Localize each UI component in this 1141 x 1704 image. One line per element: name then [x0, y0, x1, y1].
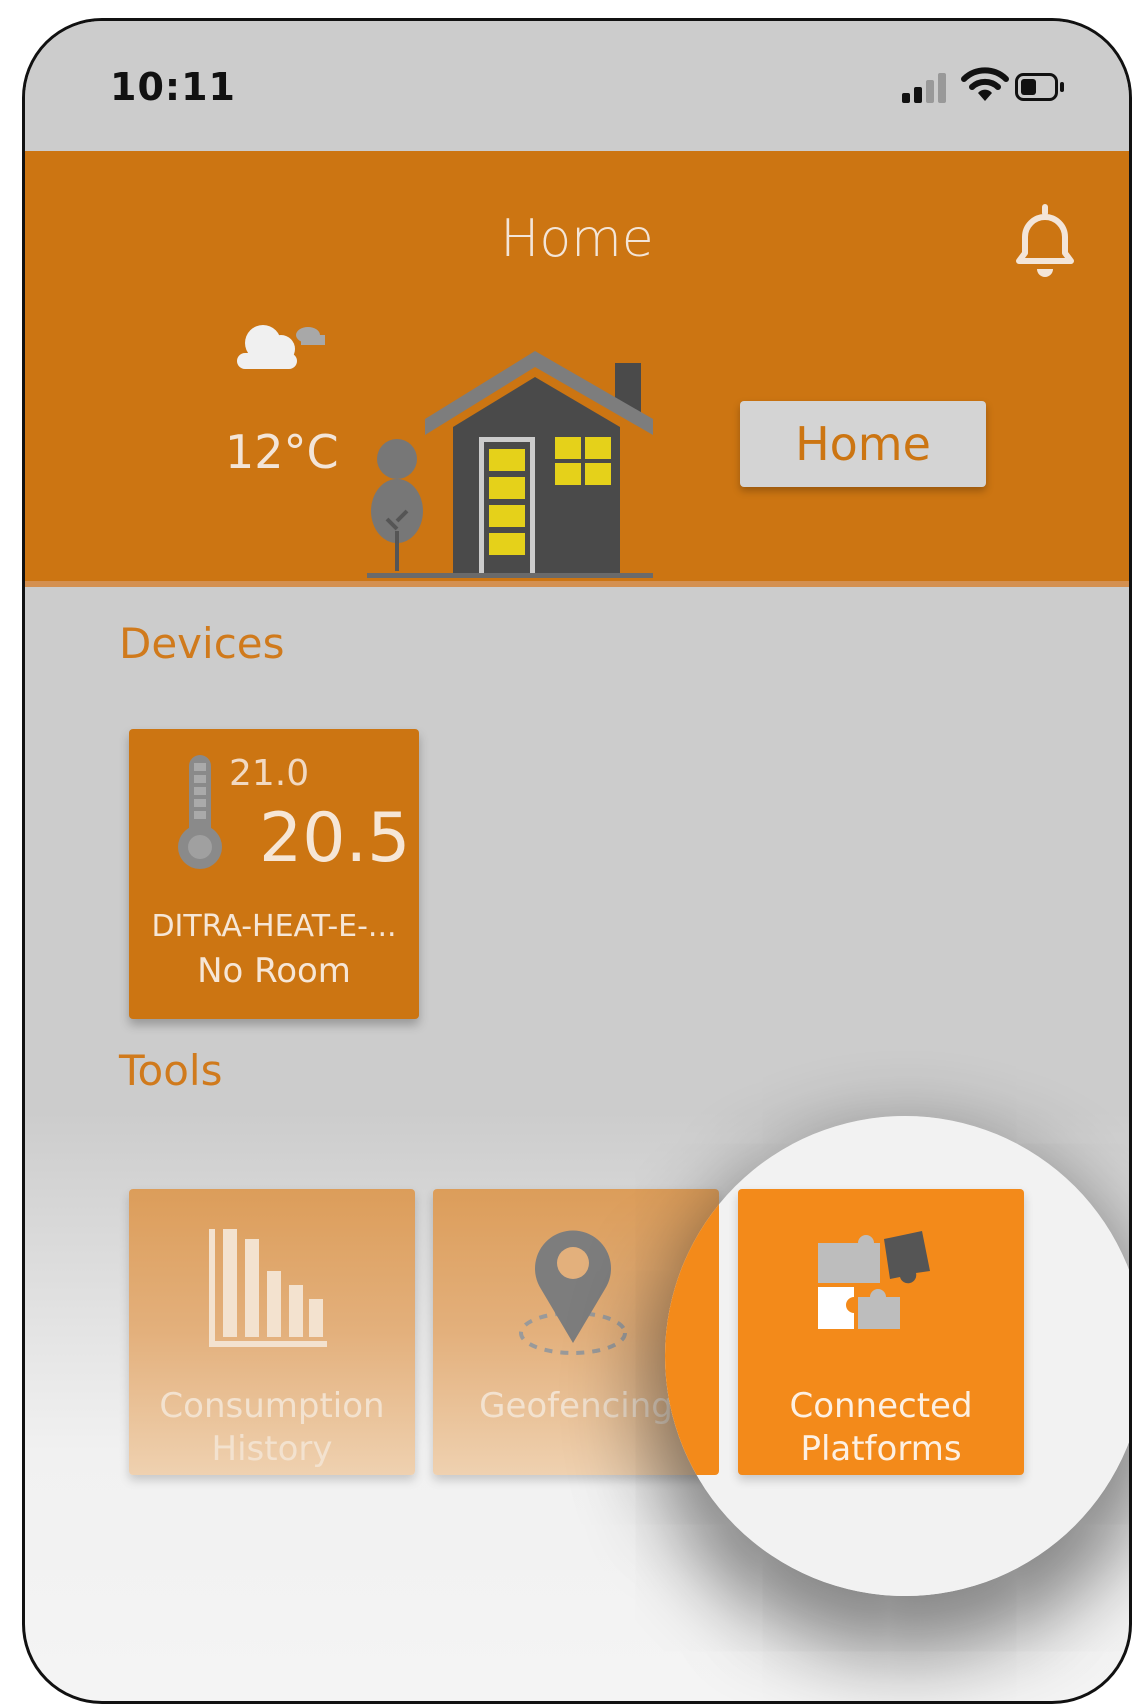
devices-section-title: Devices [119, 619, 285, 668]
home-mode-button[interactable]: Home [740, 401, 986, 487]
tool-label: Connected Platforms [738, 1385, 1024, 1471]
device-current-temperature: 20.5 [259, 799, 411, 878]
tool-label: Consumption History [129, 1385, 415, 1471]
status-bar: 10:11 [25, 21, 1129, 151]
tool-label-line1: Geofencing [479, 1386, 673, 1426]
bar-chart-icon [209, 1229, 327, 1347]
tool-geofencing[interactable]: Geofencing [433, 1189, 719, 1475]
location-pin-icon [519, 1230, 627, 1355]
device-name: DITRA-HEAT-E-... [151, 909, 397, 944]
phone-frame: 10:11 Home 12°C Home Devices 21.0 20.5 D… [22, 18, 1132, 1704]
tool-label: Geofencing [433, 1385, 719, 1428]
device-card[interactable]: 21.0 20.5 DITRA-HEAT-E-... No Room [129, 729, 419, 1019]
battery-icon [1015, 73, 1064, 101]
wifi-icon [961, 67, 1009, 101]
thermometer-icon [178, 755, 222, 869]
signal-icon [902, 73, 946, 103]
tool-label-line2: History [211, 1429, 333, 1469]
device-set-temperature: 21.0 [229, 753, 310, 794]
tool-label-line1: Connected [789, 1386, 973, 1426]
bell-icon[interactable] [1005, 199, 1085, 289]
tool-connected-platforms[interactable]: Connected Platforms [738, 1189, 1024, 1475]
status-time: 10:11 [110, 65, 236, 109]
tool-consumption-history[interactable]: Consumption History [129, 1189, 415, 1475]
cloud-icon [237, 325, 325, 369]
tools-section-title: Tools [119, 1046, 223, 1095]
puzzle-icon [818, 1231, 930, 1329]
weather-temperature: 12°C [225, 425, 339, 479]
house-illustration [367, 351, 653, 578]
tool-label-line2: Platforms [800, 1429, 962, 1469]
device-room: No Room [197, 951, 351, 991]
home-header: Home 12°C Home [25, 151, 1129, 587]
page-title: Home [500, 209, 654, 269]
tool-label-line1: Consumption [159, 1386, 385, 1426]
